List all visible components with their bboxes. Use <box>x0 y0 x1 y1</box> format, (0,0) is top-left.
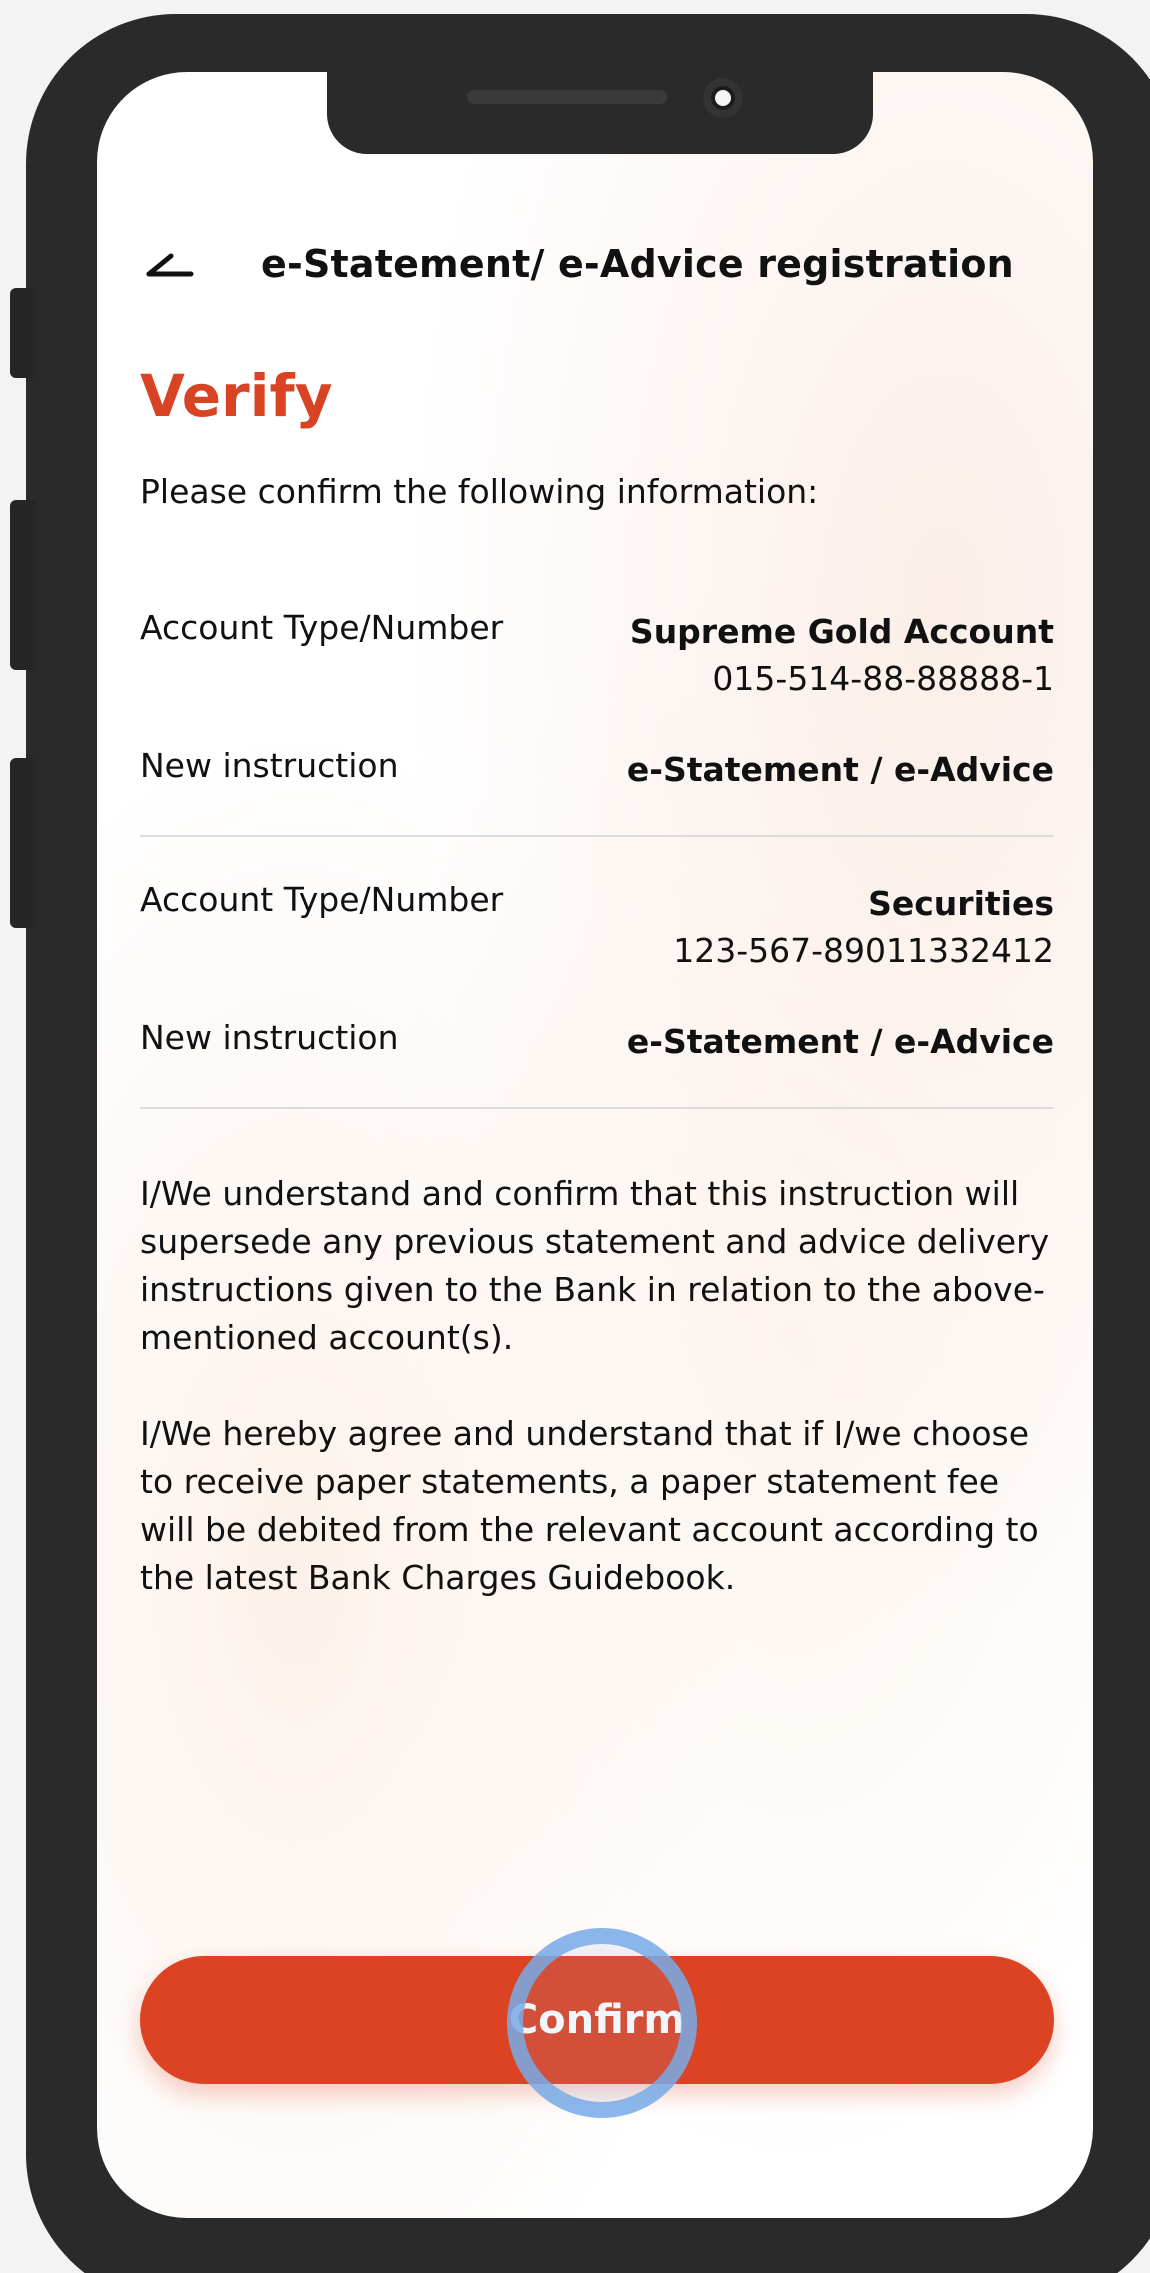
disclaimer-paragraph: I/We hereby agree and understand that if… <box>140 1414 1039 1597</box>
instruction-label: New instruction <box>140 746 399 785</box>
account-number: 123-567-89011332412 <box>673 931 1054 970</box>
front-camera <box>703 78 743 118</box>
instruction-row: New instruction e-Statement / e-Advice <box>140 746 1054 796</box>
divider <box>140 835 1054 837</box>
account-type-value: Securities 123-567-89011332412 <box>673 880 1054 974</box>
instruction-value: e-Statement / e-Advice <box>627 1018 1054 1065</box>
instruction-value-text: e-Statement / e-Advice <box>626 750 1054 789</box>
instruction-value-text: e-Statement / e-Advice <box>626 1022 1054 1061</box>
page-title: Verify <box>140 362 333 430</box>
account-type-label: Account Type/Number <box>140 608 504 647</box>
account-number: 015-514-88-88888-1 <box>712 659 1054 698</box>
account-row: Account Type/Number Securities 123-567-8… <box>140 880 1054 980</box>
volume-up-button <box>10 500 36 670</box>
account-type-name: Securities <box>868 884 1054 923</box>
volume-down-button <box>10 758 36 928</box>
account-type-name: Supreme Gold Account <box>629 612 1054 651</box>
stage: e-Statement/ e-Advice registration Verif… <box>0 0 1150 2273</box>
instruction-label: New instruction <box>140 1018 399 1057</box>
divider <box>140 1107 1054 1109</box>
confirm-button-label: Confirm <box>508 1997 686 2043</box>
account-row: Account Type/Number Supreme Gold Account… <box>140 608 1054 708</box>
mute-switch <box>10 288 36 378</box>
disclaimer-paragraph: I/We understand and confirm that this in… <box>140 1174 1050 1357</box>
account-type-value: Supreme Gold Account 015-514-88-88888-1 <box>630 608 1054 702</box>
notch <box>327 72 873 154</box>
header-title: e-Statement/ e-Advice registration <box>261 242 1014 286</box>
instruction-value: e-Statement / e-Advice <box>627 746 1054 793</box>
phone-screen: e-Statement/ e-Advice registration Verif… <box>97 72 1093 2218</box>
confirm-button[interactable]: Confirm <box>140 1956 1054 2084</box>
back-arrow-icon[interactable] <box>143 242 197 282</box>
instruction-row: New instruction e-Statement / e-Advice <box>140 1018 1054 1068</box>
account-type-label: Account Type/Number <box>140 880 504 919</box>
app-header: e-Statement/ e-Advice registration <box>97 222 1093 302</box>
page-subtitle: Please confirm the following information… <box>140 472 819 511</box>
speaker-grille <box>467 90 667 104</box>
